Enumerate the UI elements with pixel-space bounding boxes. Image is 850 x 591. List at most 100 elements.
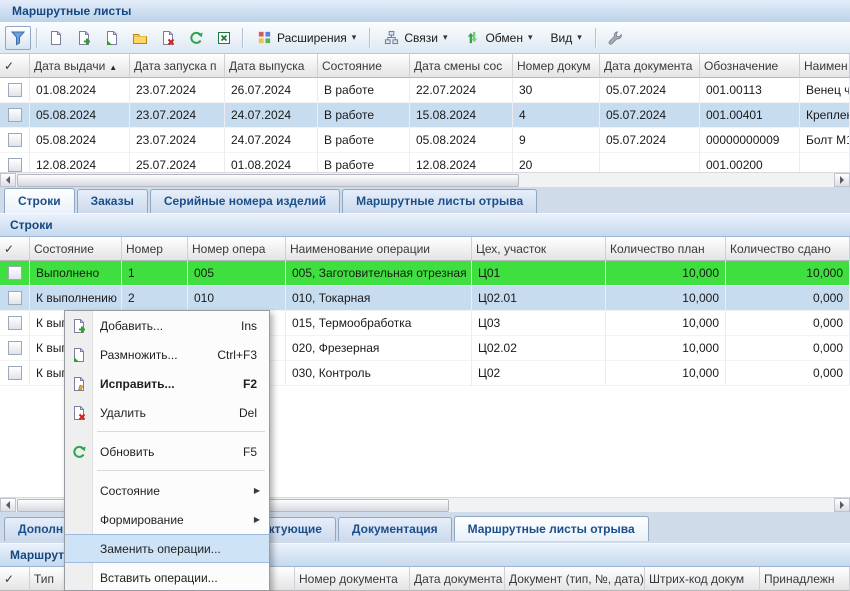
column-header[interactable]: Наименование операции bbox=[286, 237, 472, 261]
cell[interactable]: 10,000 bbox=[606, 261, 726, 286]
menu-item-add[interactable]: Добавить... Ins bbox=[65, 311, 269, 340]
menu-item-insert-operations[interactable]: Вставить операции... bbox=[65, 563, 269, 591]
exchange-menu-button[interactable]: Обмен ▾ bbox=[457, 27, 540, 48]
cell[interactable]: 23.07.2024 bbox=[130, 78, 225, 103]
scroll-right-button[interactable] bbox=[834, 173, 850, 187]
column-header[interactable]: Наимен bbox=[800, 54, 850, 78]
refresh-button[interactable] bbox=[183, 26, 209, 50]
cell[interactable]: 25.07.2024 bbox=[130, 153, 225, 172]
column-header[interactable]: Состояние bbox=[318, 54, 410, 78]
cell[interactable]: 030, Контроль bbox=[286, 361, 472, 386]
table-row[interactable]: 05.08.2024 23.07.2024 24.07.2024 В работ… bbox=[0, 128, 850, 153]
copy-document-button[interactable] bbox=[99, 26, 125, 50]
cell[interactable]: 05.07.2024 bbox=[600, 128, 700, 153]
cell[interactable]: 23.07.2024 bbox=[130, 128, 225, 153]
row-checkbox[interactable] bbox=[8, 291, 22, 305]
cell[interactable]: 0,000 bbox=[726, 311, 850, 336]
cell[interactable]: 9 bbox=[513, 128, 600, 153]
tab-documentation[interactable]: Документация bbox=[338, 517, 452, 541]
cell[interactable]: Болт М1 bbox=[800, 128, 850, 153]
table-row[interactable]: 12.08.2024 25.07.2024 01.08.2024 В работ… bbox=[0, 153, 850, 172]
cell[interactable]: 00000000009 bbox=[700, 128, 800, 153]
open-document-button[interactable] bbox=[127, 26, 153, 50]
menu-item-duplicate[interactable]: Размножить... Ctrl+F3 bbox=[65, 340, 269, 369]
table-row-done[interactable]: Выполнено 1 005 005, Заготовительная отр… bbox=[0, 261, 850, 286]
add-document-button[interactable] bbox=[71, 26, 97, 50]
focused-cell[interactable]: 24.07.2024 bbox=[225, 103, 318, 128]
cell[interactable]: 4 bbox=[513, 103, 600, 128]
new-document-button[interactable] bbox=[43, 26, 69, 50]
menu-item-state[interactable]: Состояние ▶ bbox=[65, 476, 269, 505]
tab-route-sheets-tear-bottom[interactable]: Маршрутные листы отрыва bbox=[454, 516, 649, 541]
select-all-header[interactable]: ✓ bbox=[0, 54, 30, 78]
cell[interactable] bbox=[0, 78, 30, 103]
row-checkbox[interactable] bbox=[8, 83, 22, 97]
cell[interactable]: 010, Токарная bbox=[286, 286, 472, 311]
cell[interactable]: 001.00113 bbox=[700, 78, 800, 103]
column-header[interactable]: Штрих-код докум bbox=[645, 567, 760, 591]
cell[interactable] bbox=[0, 311, 30, 336]
column-header[interactable]: Дата смены сос bbox=[410, 54, 513, 78]
cell[interactable]: 26.07.2024 bbox=[225, 78, 318, 103]
cell[interactable] bbox=[0, 361, 30, 386]
cell[interactable]: 10,000 bbox=[606, 311, 726, 336]
cell[interactable]: 0,000 bbox=[726, 286, 850, 311]
view-menu-button[interactable]: Вид ▾ bbox=[543, 28, 590, 48]
cell[interactable]: 24.07.2024 bbox=[225, 128, 318, 153]
extensions-menu-button[interactable]: Расширения ▾ bbox=[249, 27, 364, 48]
scroll-thumb[interactable] bbox=[17, 174, 519, 187]
column-header[interactable]: Номер опера bbox=[188, 237, 286, 261]
cell[interactable]: 0,000 bbox=[726, 361, 850, 386]
cell[interactable]: 01.08.2024 bbox=[30, 78, 130, 103]
menu-item-edit[interactable]: Исправить... F2 bbox=[65, 369, 269, 398]
column-header[interactable]: Документ (тип, №, дата) bbox=[505, 567, 645, 591]
tab-orders[interactable]: Заказы bbox=[77, 189, 148, 213]
cell[interactable]: 0,000 bbox=[726, 336, 850, 361]
cell[interactable]: 05.08.2024 bbox=[30, 128, 130, 153]
delete-document-button[interactable] bbox=[155, 26, 181, 50]
cell[interactable]: 015, Термообработка bbox=[286, 311, 472, 336]
row-checkbox[interactable] bbox=[8, 316, 22, 330]
cell[interactable]: В работе bbox=[318, 153, 410, 172]
column-header[interactable]: Цех, участок bbox=[472, 237, 606, 261]
cell[interactable]: 005, Заготовительная отрезная bbox=[286, 261, 472, 286]
cell[interactable]: К выполнению bbox=[30, 286, 122, 311]
cell[interactable]: Креплен bbox=[800, 103, 850, 128]
column-header[interactable]: Дата выпуска bbox=[225, 54, 318, 78]
cell[interactable]: 020, Фрезерная bbox=[286, 336, 472, 361]
row-checkbox[interactable] bbox=[8, 341, 22, 355]
column-header[interactable]: Принадлежн bbox=[760, 567, 850, 591]
tab-serial-numbers[interactable]: Серийные номера изделий bbox=[150, 189, 340, 213]
cell[interactable]: 05.07.2024 bbox=[600, 78, 700, 103]
tab-route-sheets-tear[interactable]: Маршрутные листы отрыва bbox=[342, 189, 537, 213]
cell[interactable]: 001.00200 bbox=[700, 153, 800, 172]
column-header[interactable]: Дата запуска п bbox=[130, 54, 225, 78]
tab-strings[interactable]: Строки bbox=[4, 188, 75, 213]
cell[interactable]: 10,000 bbox=[606, 286, 726, 311]
column-header[interactable]: Количество план bbox=[606, 237, 726, 261]
cell[interactable]: 001.00401 bbox=[700, 103, 800, 128]
cell[interactable]: 2 bbox=[122, 286, 188, 311]
filter-button[interactable] bbox=[5, 26, 31, 50]
row-checkbox[interactable] bbox=[8, 366, 22, 380]
table-row-selected[interactable]: 05.08.2024 23.07.2024 24.07.2024 В работ… bbox=[0, 103, 850, 128]
cell[interactable] bbox=[800, 153, 850, 172]
select-all-header[interactable]: ✓ bbox=[0, 567, 30, 591]
column-header[interactable]: Состояние bbox=[30, 237, 122, 261]
cell[interactable]: В работе bbox=[318, 103, 410, 128]
cell[interactable]: 22.07.2024 bbox=[410, 78, 513, 103]
menu-item-delete[interactable]: Удалить Del bbox=[65, 398, 269, 427]
excel-export-button[interactable] bbox=[211, 26, 237, 50]
scroll-track[interactable] bbox=[16, 173, 834, 187]
cell[interactable]: 10,000 bbox=[726, 261, 850, 286]
cell[interactable]: 010 bbox=[188, 286, 286, 311]
menu-item-refresh[interactable]: Обновить F5 bbox=[65, 437, 269, 466]
cell[interactable]: 15.08.2024 bbox=[410, 103, 513, 128]
column-header[interactable]: Обозначение bbox=[700, 54, 800, 78]
table-row[interactable]: 01.08.2024 23.07.2024 26.07.2024 В работ… bbox=[0, 78, 850, 103]
cell[interactable]: В работе bbox=[318, 128, 410, 153]
column-header[interactable]: Дата документа bbox=[410, 567, 505, 591]
cell[interactable]: Венец ч bbox=[800, 78, 850, 103]
cell[interactable] bbox=[0, 128, 30, 153]
cell[interactable] bbox=[0, 261, 30, 286]
